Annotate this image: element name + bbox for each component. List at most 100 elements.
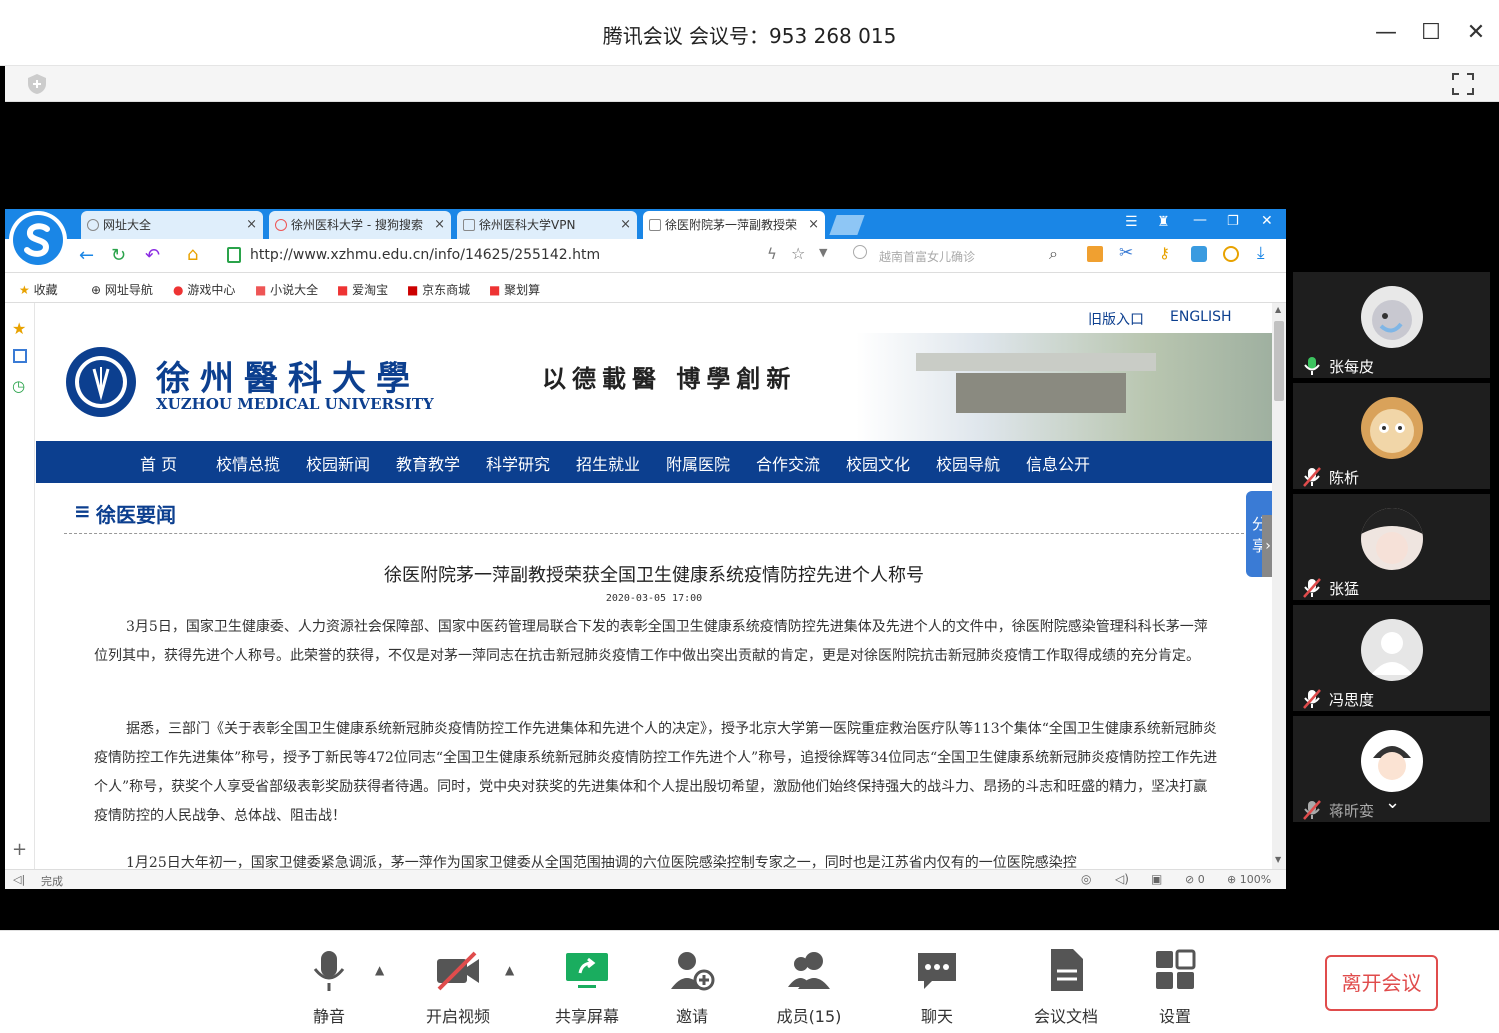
video-options-caret-icon[interactable]: ▲ [505,963,514,977]
chat-label: 聊天 [920,1007,953,1026]
home-icon[interactable]: ⌂ [187,244,198,265]
bookmark-item[interactable]: ■ 小说大全 [255,281,318,298]
nav-info-public[interactable]: 信息公开 [1026,451,1090,475]
dropdown-icon[interactable]: ▼ [819,246,827,259]
search-engine-icon[interactable] [853,245,867,259]
zoom-control[interactable]: ⊕ 100% [1227,873,1271,886]
participant-card[interactable]: 冯思度 [1293,605,1490,711]
browser-tab-active[interactable]: 徐医附院茅一萍副教授荣 × [643,211,825,239]
bookmark-item[interactable]: ● 游戏中心 [173,281,235,298]
english-link[interactable]: ENGLISH [1170,309,1232,325]
old-version-link[interactable]: 旧版入口 [1088,309,1144,329]
refresh-icon[interactable]: ↻ [111,245,126,266]
mute-button[interactable]: 静音 [289,947,369,1027]
security-shield-icon[interactable] [25,72,49,96]
search-icon[interactable]: ⌕ [1049,244,1058,264]
nav-campus-guide[interactable]: 校园导航 [936,451,1000,475]
nav-admissions[interactable]: 招生就业 [576,451,640,475]
lock-icon[interactable]: ▣ [1151,872,1162,886]
members-button[interactable]: 成员(15) [769,947,849,1027]
bookmark-favorites[interactable]: ★ 收藏 [19,281,58,298]
browser-tab[interactable]: 徐州医科大学 - 搜狗搜索 × [269,211,451,239]
section-divider [64,533,1244,534]
security-check-icon[interactable]: ◎ [1081,872,1091,886]
microphone-icon [313,951,345,991]
favorite-star-icon[interactable]: ☆ [791,244,805,263]
nav-overview[interactable]: 校情总揽 [216,451,280,475]
nav-hospitals[interactable]: 附属医院 [666,451,730,475]
speed-icon[interactable]: ϟ [767,245,777,263]
globe-icon: ⊕ [91,283,102,297]
tab-close-icon[interactable]: × [808,211,819,239]
chat-button[interactable]: 聊天 [897,947,977,1027]
page-scrollbar[interactable]: ▲ ▼ [1272,303,1286,869]
globe-icon [87,219,99,231]
bookmark-item[interactable]: ■ 聚划算 [489,281,540,298]
sound-icon[interactable]: ◁) [1115,872,1129,886]
extension-icon[interactable] [1087,246,1103,262]
tab-close-icon[interactable]: × [434,211,445,239]
key-icon[interactable]: ⚷ [1159,244,1170,262]
leave-meeting-button[interactable]: 离开会议 [1325,955,1438,1011]
add-icon[interactable]: + [12,839,27,860]
bookmark-item[interactable]: ■ 爱淘宝 [337,281,388,298]
participant-name: 冯思度 [1329,691,1375,709]
mic-muted-icon[interactable] [1303,689,1321,709]
ad-block-count: 0 [1197,873,1205,886]
video-button[interactable]: 开启视频 [418,947,498,1027]
nav-news[interactable]: 校园新闻 [306,451,370,475]
nav-education[interactable]: 教育教学 [396,451,460,475]
fullscreen-icon[interactable] [1450,71,1476,97]
invite-button[interactable]: 邀请 [652,947,732,1027]
browser-restore-icon[interactable]: ❐ [1227,214,1239,229]
emoji-icon[interactable] [1223,246,1239,262]
mic-muted-icon[interactable] [1303,467,1321,487]
reader-icon[interactable] [13,349,27,363]
share-screen-button[interactable]: 共享屏幕 [547,947,627,1027]
translate-icon[interactable] [1191,246,1207,262]
mic-muted-icon[interactable] [1303,578,1321,598]
audio-options-caret-icon[interactable]: ▲ [375,963,384,977]
skin-icon[interactable]: ♜ [1157,214,1170,230]
participant-card[interactable]: 张每皮 [1293,272,1490,378]
mic-on-icon[interactable] [1303,356,1321,376]
browser-minimize-icon[interactable]: — [1193,212,1207,228]
url-field[interactable]: http://www.xzhmu.edu.cn/info/14625/25514… [250,247,600,263]
juhuasuan-icon: ■ [489,283,501,297]
browser-close-icon[interactable]: ✕ [1261,213,1273,229]
nav-research[interactable]: 科学研究 [486,451,550,475]
bookmark-item[interactable]: ⊕ 网址导航 [91,281,153,298]
settings-button[interactable]: 设置 [1135,947,1215,1027]
nav-cooperation[interactable]: 合作交流 [756,451,820,475]
mic-muted-icon[interactable] [1303,800,1321,820]
sidebar-toggle-icon[interactable]: ◁| [13,873,25,886]
ad-block-icon[interactable]: ⊘ 0 [1185,873,1205,886]
participant-card[interactable]: 蒋昕娈 ⌄ [1293,716,1490,822]
search-input[interactable]: 越南首富女儿确诊 [879,248,975,265]
bookmark-item[interactable]: ■ 京东商城 [407,281,470,298]
undo-icon[interactable]: ↶ [145,245,160,266]
history-clock-icon[interactable]: ◷ [12,377,25,395]
nav-home[interactable]: 首 页 [140,451,177,475]
tab-close-icon[interactable]: × [246,211,257,239]
documents-button[interactable]: 会议文档 [1026,947,1106,1027]
nav-culture[interactable]: 校园文化 [846,451,910,475]
minimize-button[interactable]: — [1372,18,1400,48]
browser-tab[interactable]: 徐州医科大学VPN × [457,211,637,239]
collapse-chevron-icon[interactable]: ⌄ [1385,792,1400,813]
favorites-star-icon[interactable]: ★ [12,319,26,338]
close-button[interactable]: ✕ [1462,18,1490,48]
browser-tab[interactable]: 网址大全 × [81,211,263,239]
maximize-button[interactable]: ☐ [1417,18,1445,48]
back-icon[interactable]: ← [79,245,94,266]
scroll-up-icon[interactable]: ▲ [1275,305,1281,314]
screenshot-scissors-icon[interactable]: ✂ [1119,243,1133,263]
scrollbar-thumb[interactable] [1274,321,1284,401]
tab-close-icon[interactable]: × [620,211,631,239]
menu-icon[interactable]: ☰ [1125,214,1138,230]
download-icon[interactable]: ⤓ [1257,243,1265,263]
participant-card[interactable]: 张猛 [1293,494,1490,600]
participant-card[interactable]: 陈析 [1293,383,1490,489]
new-tab-button[interactable] [829,215,865,235]
scroll-down-icon[interactable]: ▼ [1275,855,1281,864]
